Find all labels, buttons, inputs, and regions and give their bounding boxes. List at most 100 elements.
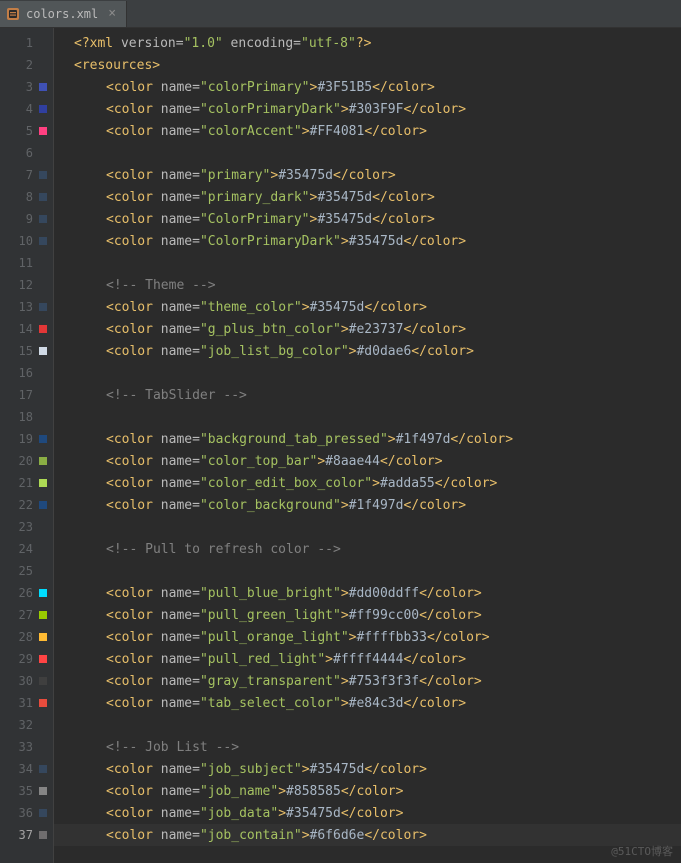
xml-file-icon [6,7,20,21]
gutter-line: 26 [0,582,53,604]
code-line[interactable]: <!-- Theme --> [54,274,681,296]
code-line[interactable]: <color name="ColorPrimaryDark">#35475d</… [54,230,681,252]
code-line[interactable]: <color name="g_plus_btn_color">#e23737</… [54,318,681,340]
gutter-line: 13 [0,296,53,318]
gutter-line: 2 [0,54,53,76]
code-line[interactable]: <color name="primary">#35475d</color> [54,164,681,186]
line-number: 26 [19,586,33,600]
code-line[interactable] [54,516,681,538]
code-line[interactable] [54,714,681,736]
line-number: 28 [19,630,33,644]
gutter-line: 21 [0,472,53,494]
gutter-line: 9 [0,208,53,230]
gutter-line: 18 [0,406,53,428]
gutter-line: 7 [0,164,53,186]
color-swatch [39,83,47,91]
line-number: 7 [26,168,33,182]
code-line[interactable]: <color name="background_tab_pressed">#1f… [54,428,681,450]
code-line[interactable]: <color name="pull_red_light">#ffff4444</… [54,648,681,670]
code-line[interactable]: <color name="pull_green_light">#ff99cc00… [54,604,681,626]
gutter-line: 17 [0,384,53,406]
code-line[interactable]: <color name="job_data">#35475d</color> [54,802,681,824]
code-line[interactable]: <color name="color_background">#1f497d</… [54,494,681,516]
line-number: 14 [19,322,33,336]
code-line[interactable] [54,560,681,582]
color-swatch [39,193,47,201]
code-line[interactable]: <color name="color_top_bar">#8aae44</col… [54,450,681,472]
color-swatch [39,611,47,619]
line-number: 6 [26,146,33,160]
gutter-line: 28 [0,626,53,648]
line-number: 20 [19,454,33,468]
color-swatch [39,435,47,443]
gutter-line: 15 [0,340,53,362]
code-line[interactable]: <color name="ColorPrimary">#35475d</colo… [54,208,681,230]
code-line[interactable]: <?xml version="1.0" encoding="utf-8"?> [54,32,681,54]
code-editor[interactable]: 1234567891011121314151617181920212223242… [0,28,681,863]
code-line[interactable]: <color name="primary_dark">#35475d</colo… [54,186,681,208]
line-number: 1 [26,36,33,50]
gutter-line: 36 [0,802,53,824]
gutter-line: 30 [0,670,53,692]
code-line[interactable] [54,142,681,164]
color-swatch [39,479,47,487]
color-swatch [39,325,47,333]
code-line[interactable]: <color name="tab_select_color">#e84c3d</… [54,692,681,714]
line-number: 30 [19,674,33,688]
color-swatch [39,633,47,641]
color-swatch [39,237,47,245]
line-number: 13 [19,300,33,314]
line-number: 23 [19,520,33,534]
code-line[interactable]: <color name="colorPrimary">#3F51B5</colo… [54,76,681,98]
gutter-line: 6 [0,142,53,164]
gutter-line: 22 [0,494,53,516]
line-number: 24 [19,542,33,556]
code-area[interactable]: <?xml version="1.0" encoding="utf-8"?><r… [54,28,681,863]
code-line[interactable]: <resources> [54,54,681,76]
code-line[interactable]: <color name="job_name">#858585</color> [54,780,681,802]
code-line[interactable]: <!-- TabSlider --> [54,384,681,406]
code-line[interactable] [54,252,681,274]
code-line[interactable]: <!-- Pull to refresh color --> [54,538,681,560]
editor-tab-bar: colors.xml × [0,0,681,28]
code-line[interactable]: <color name="pull_orange_light">#ffffbb3… [54,626,681,648]
code-line[interactable]: <!-- Job List --> [54,736,681,758]
code-line[interactable]: <color name="job_contain">#6f6d6e</color… [54,824,681,846]
code-line[interactable]: <color name="theme_color">#35475d</color… [54,296,681,318]
code-line[interactable]: <color name="color_edit_box_color">#adda… [54,472,681,494]
line-number: 32 [19,718,33,732]
close-icon[interactable]: × [108,6,116,21]
code-line[interactable]: <color name="colorPrimaryDark">#303F9F</… [54,98,681,120]
line-number: 5 [26,124,33,138]
color-swatch [39,171,47,179]
line-number: 25 [19,564,33,578]
line-number: 4 [26,102,33,116]
gutter-line: 25 [0,560,53,582]
file-tab[interactable]: colors.xml × [0,1,127,27]
gutter-line: 10 [0,230,53,252]
line-number: 19 [19,432,33,446]
code-line[interactable]: <color name="job_subject">#35475d</color… [54,758,681,780]
gutter-line: 19 [0,428,53,450]
line-number: 29 [19,652,33,666]
gutter-line: 29 [0,648,53,670]
code-line[interactable]: <color name="job_list_bg_color">#d0dae6<… [54,340,681,362]
code-line[interactable] [54,362,681,384]
color-swatch [39,809,47,817]
gutter-line: 12 [0,274,53,296]
color-swatch [39,501,47,509]
code-line[interactable]: <color name="colorAccent">#FF4081</color… [54,120,681,142]
gutter-line: 24 [0,538,53,560]
code-line[interactable] [54,406,681,428]
line-number: 2 [26,58,33,72]
code-line[interactable]: <color name="pull_blue_bright">#dd00ddff… [54,582,681,604]
gutter-line: 32 [0,714,53,736]
gutter-line: 5 [0,120,53,142]
line-number: 16 [19,366,33,380]
code-line[interactable]: <color name="gray_transparent">#753f3f3f… [54,670,681,692]
gutter-line: 34 [0,758,53,780]
line-number: 22 [19,498,33,512]
color-swatch [39,831,47,839]
color-swatch [39,589,47,597]
line-number: 34 [19,762,33,776]
